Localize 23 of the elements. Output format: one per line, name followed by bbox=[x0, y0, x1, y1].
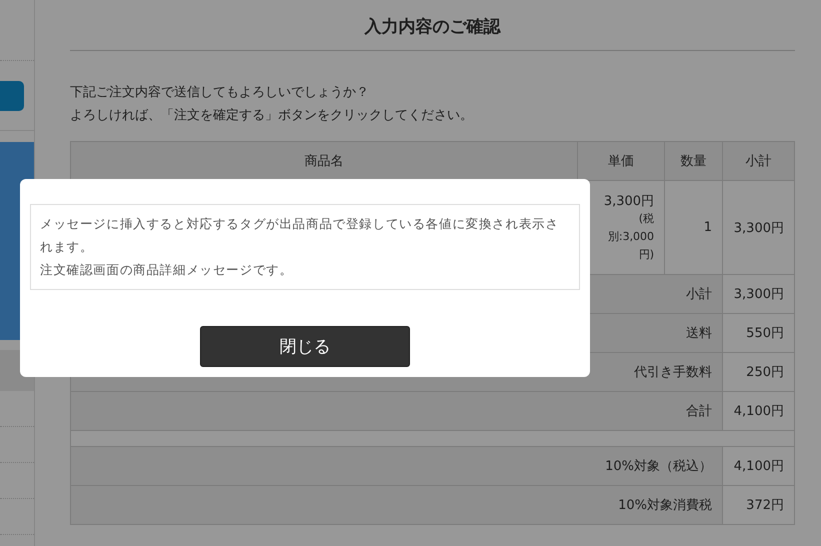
summary-label: 10%対象消費税 bbox=[70, 486, 723, 524]
message-text: メッセージに挿入すると対応するタグが出品商品で登録している各値に変換され表示されます。 bbox=[40, 215, 560, 256]
column-header: 単価 bbox=[578, 142, 665, 180]
summary-value: 4,100円 bbox=[722, 392, 794, 430]
column-header: 小計 bbox=[722, 142, 794, 180]
unit-price: 3,300円 bbox=[604, 192, 654, 210]
intro-text: 下記ご注文内容で送信してもよろしいでしょうか？ bbox=[70, 84, 370, 102]
summary-value: 550円 bbox=[722, 314, 794, 352]
close-button[interactable]: 閉じる bbox=[200, 326, 410, 367]
summary-label: 10%対象（税込） bbox=[70, 446, 723, 486]
summary-label: 合計 bbox=[70, 392, 723, 430]
page-title: 入力内容のご確認 bbox=[70, 0, 795, 51]
summary-value: 3,300円 bbox=[722, 274, 794, 314]
sidebar-button[interactable] bbox=[0, 81, 24, 111]
column-header: 数量 bbox=[664, 142, 723, 180]
summary-value: 250円 bbox=[722, 352, 794, 392]
subtotal-cell: 3,300円 bbox=[722, 180, 794, 274]
tax-excluded-price: (税別:3,000円) bbox=[606, 210, 654, 262]
summary-value: 4,100円 bbox=[722, 446, 794, 486]
intro-text: よろしければ、「注文を確定する」ボタンをクリックしてください。 bbox=[70, 107, 474, 125]
summary-value: 372円 bbox=[722, 486, 794, 524]
quantity-cell: 1 bbox=[664, 180, 723, 274]
column-header: 商品名 bbox=[70, 142, 578, 180]
